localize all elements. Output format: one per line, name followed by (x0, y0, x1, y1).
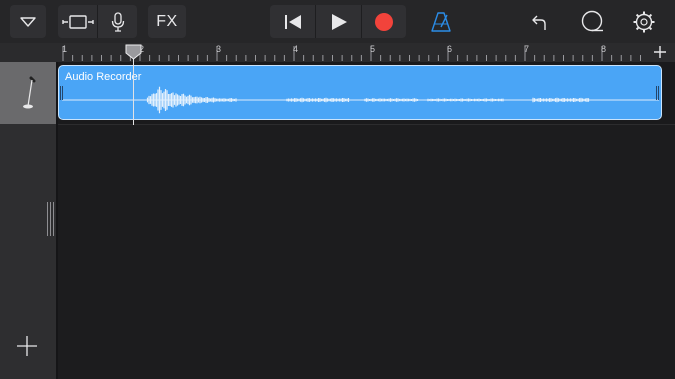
region-left-trim-handle[interactable] (60, 86, 64, 100)
region-name: Audio Recorder (65, 71, 142, 83)
ruler-bar-number: 3 (216, 44, 222, 54)
ruler-ticks (62, 46, 641, 61)
my-songs-button[interactable] (10, 5, 46, 38)
instrument-button[interactable] (98, 5, 137, 38)
triangle-down-icon (20, 16, 36, 27)
settings-button[interactable] (627, 5, 661, 38)
control-bar: FX (0, 0, 675, 43)
metronome-icon (431, 11, 451, 32)
loop-browser-button[interactable] (575, 5, 609, 38)
go-to-beginning-button[interactable] (270, 5, 315, 38)
plus-icon (17, 336, 37, 356)
record-button[interactable] (362, 5, 406, 38)
undo-button[interactable] (522, 5, 556, 38)
go-to-beginning-icon (284, 14, 301, 29)
track-header[interactable] (0, 62, 56, 124)
undo-icon (532, 15, 546, 30)
add-track-button[interactable] (14, 333, 40, 359)
playhead-icon (125, 44, 142, 60)
metronome-button[interactable] (424, 5, 458, 38)
plus-icon (654, 46, 666, 58)
ruler-bar-number: 4 (293, 44, 299, 54)
ruler-bar-number: 8 (601, 44, 607, 54)
ruler-corner (0, 43, 58, 63)
ruler-bar-number: 7 (524, 44, 530, 54)
ruler-bar-number: 1 (62, 44, 68, 54)
gear-icon (633, 11, 655, 32)
loop-browser-icon (581, 10, 603, 31)
playhead-handle[interactable] (125, 44, 142, 60)
track-view-icon (61, 14, 94, 29)
tracks-view-button[interactable] (58, 5, 97, 38)
region-right-trim-handle[interactable] (656, 86, 660, 100)
play-icon (331, 13, 347, 30)
waveform (62, 86, 659, 114)
fx-button[interactable]: FX (148, 5, 186, 38)
audio-region[interactable]: Audio Recorder (58, 65, 662, 120)
record-icon (375, 12, 393, 31)
ruler-bar-number: 6 (447, 44, 453, 54)
ruler-bar-number: 5 (370, 44, 376, 54)
playhead-line (133, 50, 134, 125)
grip-handle-icon[interactable] (46, 202, 54, 236)
add-section-button[interactable] (653, 44, 667, 60)
audio-recorder-microphone-icon (23, 76, 36, 109)
ruler[interactable]: 1 2 3 4 5 6 7 8 (58, 43, 675, 63)
fx-label: FX (156, 12, 178, 30)
play-button[interactable] (316, 5, 361, 38)
microphone-icon (111, 11, 124, 32)
